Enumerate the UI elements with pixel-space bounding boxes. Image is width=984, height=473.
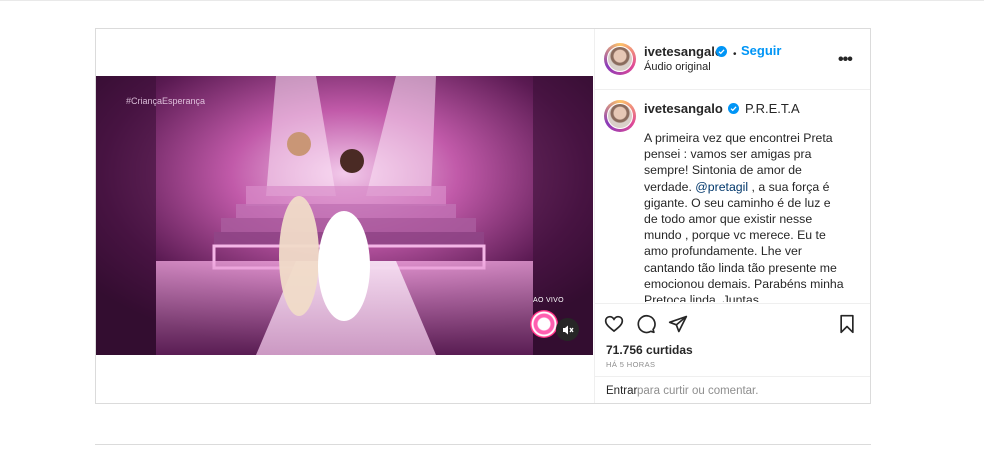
login-link[interactable]: Entrar	[606, 385, 637, 397]
paper-plane-icon[interactable]	[668, 314, 688, 334]
likes-count[interactable]: 71.756 curtidas	[606, 343, 693, 357]
live-label: AO VIVO	[533, 297, 564, 304]
caption-heading: ivetesangalo P.R.E.T.A	[644, 101, 800, 116]
video-player[interactable]: #CriançaEsperança AO VIVO	[96, 76, 593, 355]
caption-avatar[interactable]	[604, 100, 636, 132]
mention-link[interactable]: @pretagil	[695, 180, 748, 194]
post-header: ivetesangalo • Seguir Áudio original •••	[594, 29, 870, 90]
post-sidebar: ivetesangalo • Seguir Áudio original •••…	[594, 29, 870, 403]
audio-label[interactable]: Áudio original	[644, 61, 711, 73]
avatar[interactable]	[604, 43, 636, 75]
post-media: #CriançaEsperança AO VIVO	[96, 29, 595, 403]
instagram-post-embed: #CriançaEsperança AO VIVO ivetesangalo •…	[95, 28, 871, 404]
header-username[interactable]: ivetesangalo	[644, 44, 723, 59]
caption-text: A primeira vez que encontrei Preta pense…	[644, 130, 844, 302]
verified-badge-icon	[728, 103, 740, 114]
comment-icon[interactable]	[636, 314, 656, 334]
verified-badge-icon	[716, 46, 727, 57]
page-bottom-divider	[95, 444, 871, 445]
mute-button[interactable]	[556, 318, 579, 341]
page-top-divider	[0, 0, 984, 1]
post-actions: 71.756 curtidas HÁ 5 HORAS Entrar para c…	[594, 303, 870, 404]
caption-title: P.R.E.T.A	[745, 101, 800, 116]
video-hashtag: #CriançaEsperança	[126, 96, 206, 106]
login-to-comment: Entrar para curtir ou comentar.	[594, 376, 870, 405]
globo-logo	[530, 310, 558, 338]
follow-separator: •	[733, 49, 737, 60]
follow-button[interactable]: Seguir	[741, 43, 781, 58]
caption-area: ivetesangalo P.R.E.T.A A primeira vez qu…	[594, 90, 870, 302]
heart-icon[interactable]	[604, 314, 624, 334]
caption-username[interactable]: ivetesangalo	[644, 101, 723, 116]
bookmark-icon[interactable]	[837, 314, 857, 334]
login-hint: para curtir ou comentar.	[637, 385, 759, 397]
caption-text-part-2: , a sua força é gigante. O seu caminho é…	[644, 179, 844, 302]
post-time[interactable]: HÁ 5 HORAS	[606, 360, 655, 369]
video-frame	[96, 76, 593, 355]
more-options-icon[interactable]: •••	[838, 51, 853, 69]
speaker-muted-icon	[562, 325, 574, 334]
